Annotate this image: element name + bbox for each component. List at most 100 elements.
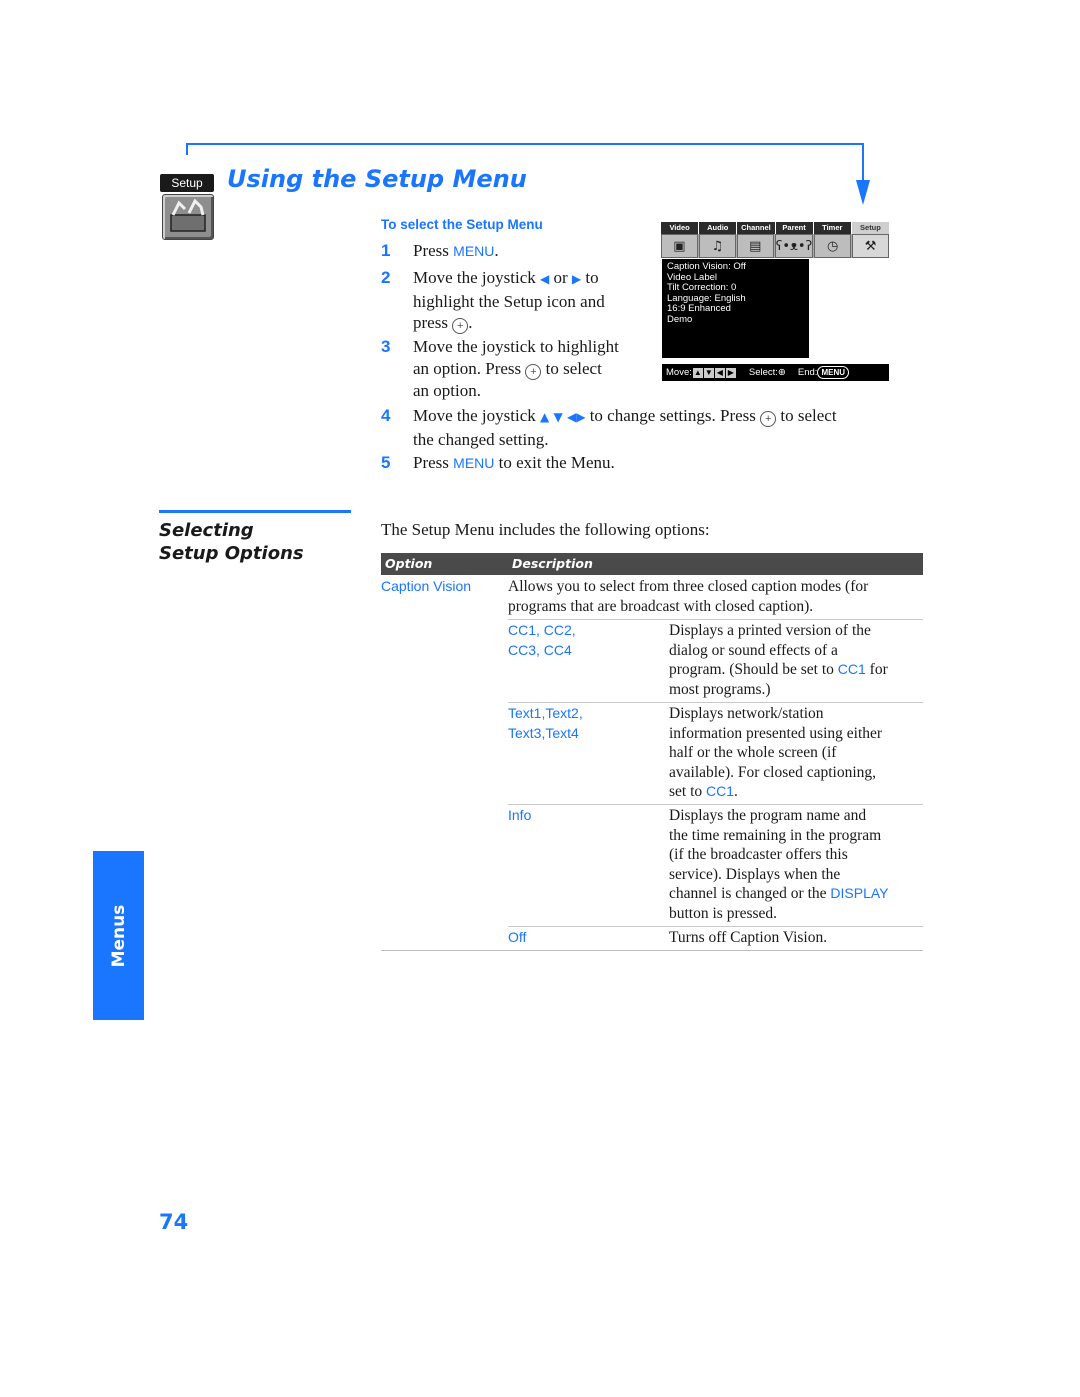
description-line: service). Displays when the bbox=[669, 865, 841, 883]
setup-badge-icon: Setup bbox=[160, 174, 214, 240]
description-line: channel is changed or the bbox=[669, 885, 831, 902]
description-line: information presented using either bbox=[669, 724, 883, 742]
step-text: Move the joystick bbox=[413, 406, 541, 425]
column-header-description: Description bbox=[512, 556, 593, 571]
sub-option-description: Displays the program name and the time r… bbox=[669, 806, 889, 923]
step-number: 2 bbox=[381, 268, 391, 287]
sub-option-cc: CC1, CC2, CC3, CC4 bbox=[508, 621, 576, 660]
chapter-tab-label: Menus bbox=[108, 904, 129, 967]
description-line: Allows you to select from three closed c… bbox=[508, 578, 869, 595]
tab-channel: Channel bbox=[737, 222, 775, 234]
menu-key-label: MENU bbox=[453, 455, 495, 471]
section-title: Selecting Setup Options bbox=[159, 519, 304, 565]
page-title: Using the Setup Menu bbox=[227, 165, 527, 193]
step-4: 4 Move the joystick ▲ ▼ ◀▶ to change set… bbox=[381, 405, 941, 449]
section-rule bbox=[159, 510, 351, 513]
left-arrow-icon: ◀ bbox=[566, 410, 577, 424]
step-number: 1 bbox=[381, 241, 391, 260]
move-label: Move: bbox=[666, 367, 692, 378]
menu-key-icon: MENU bbox=[817, 366, 849, 379]
bracket-line-left bbox=[186, 143, 188, 155]
step-text: to select bbox=[776, 406, 837, 425]
up-arrow-icon: ▲ bbox=[540, 410, 550, 424]
tv-menu-item: Caption Vision: Off bbox=[667, 261, 746, 272]
description-line: set to bbox=[669, 783, 707, 800]
sub-option-label: CC1, CC2, bbox=[508, 622, 576, 638]
select-button-icon: + bbox=[760, 411, 777, 427]
description-line: Displays network/station bbox=[669, 705, 824, 722]
description-line: (if the broadcaster offers this bbox=[669, 846, 848, 863]
step-text: an option. bbox=[413, 380, 481, 400]
step-text: an option. Press bbox=[413, 358, 526, 378]
tv-menu-list: Caption Vision: Off Video Label Tilt Cor… bbox=[662, 259, 809, 358]
description-line: button is pressed. bbox=[669, 904, 778, 922]
left-arrow-icon: ◀ bbox=[714, 367, 725, 378]
tab-video: Video bbox=[661, 222, 699, 234]
step-text: . bbox=[468, 313, 473, 332]
description-line: most programs.) bbox=[669, 680, 771, 698]
bracket-line-right bbox=[862, 143, 864, 183]
section-title-line: Selecting bbox=[159, 520, 254, 541]
sub-option-label: Text3,Text4 bbox=[508, 724, 579, 741]
description-line: Displays a printed version of the bbox=[669, 622, 871, 639]
option-description: Allows you to select from three closed c… bbox=[508, 577, 868, 616]
sub-option-description: Turns off Caption Vision. bbox=[669, 929, 828, 946]
description-line: dialog or sound effects of a bbox=[669, 641, 838, 659]
step-text: Move the joystick to highlight bbox=[413, 337, 619, 356]
end-label: End: bbox=[797, 367, 818, 378]
select-button-icon: + bbox=[452, 318, 469, 334]
step-text: to exit the Menu. bbox=[494, 453, 615, 472]
step-text: to change settings. Press bbox=[585, 406, 761, 425]
down-arrow-icon: ▼ bbox=[553, 410, 563, 424]
option-caption-vision: Caption Vision bbox=[381, 578, 472, 594]
description-line: available). For closed captioning, bbox=[669, 763, 877, 781]
sub-option-off: Off bbox=[508, 929, 527, 945]
table-bottom-rule bbox=[381, 950, 923, 951]
sub-option-description: Displays network/station information pre… bbox=[669, 704, 882, 802]
step-text: . bbox=[494, 241, 499, 260]
music-notes-icon: ♫ bbox=[698, 234, 736, 258]
tv-menu-footer: Move: ▲ ▼ ◀ ▶ Select: ⊕ End: MENU bbox=[662, 364, 889, 381]
left-arrow-icon: ◀ bbox=[540, 272, 550, 286]
step-number: 3 bbox=[381, 337, 391, 356]
step-text: Move the joystick bbox=[413, 268, 541, 287]
step-text: Press bbox=[413, 453, 454, 472]
step-5: 5 Press MENU to exit the Menu. bbox=[381, 452, 781, 474]
setup-badge-label: Setup bbox=[160, 174, 214, 192]
sub-option-label: Text1,Text2, bbox=[508, 705, 583, 721]
page-number: 74 bbox=[159, 1210, 189, 1234]
row-divider bbox=[508, 804, 923, 805]
select-button-icon: ⊕ bbox=[777, 367, 786, 378]
tab-timer: Timer bbox=[813, 222, 851, 234]
cc1-label: CC1 bbox=[706, 783, 735, 799]
down-arrow-icon: ▼ bbox=[703, 367, 714, 378]
menu-key-label: MENU bbox=[453, 243, 495, 259]
row-divider bbox=[508, 926, 923, 927]
description-line: . bbox=[734, 783, 738, 800]
channel-cards-icon: ▤ bbox=[736, 234, 774, 258]
description-line: half or the whole screen (if bbox=[669, 744, 837, 761]
step-number: 4 bbox=[381, 406, 391, 425]
sub-option-label: CC3, CC4 bbox=[508, 641, 572, 658]
row-divider bbox=[508, 702, 923, 703]
step-2: 2 Move the joystick ◀ or ▶ to highlight … bbox=[381, 267, 651, 334]
tv-menu-icons: ▣ ♫ ▤ ʕ•ᴥ•ʔ ◷ ⚒ bbox=[661, 234, 890, 258]
column-header-option: Option bbox=[385, 556, 433, 571]
step-1: 1 Press MENU. bbox=[381, 240, 651, 262]
tv-menu-item: Demo bbox=[667, 313, 693, 325]
select-label: Select: bbox=[748, 367, 778, 378]
description-line: for bbox=[865, 661, 888, 678]
step-3: 3 Move the joystick to highlight an opti… bbox=[381, 336, 661, 402]
picture-icon: ▣ bbox=[661, 234, 698, 258]
clock-icon: ◷ bbox=[814, 234, 852, 258]
description-line: the time remaining in the program bbox=[669, 826, 882, 844]
tab-parent: Parent bbox=[775, 222, 813, 234]
step-text: to bbox=[581, 268, 599, 287]
bracket-line bbox=[186, 143, 864, 145]
sub-option-info: Info bbox=[508, 807, 532, 823]
display-button-label: DISPLAY bbox=[830, 885, 889, 901]
step-text: the changed setting. bbox=[413, 429, 549, 449]
tab-setup: Setup bbox=[851, 222, 890, 234]
row-divider bbox=[508, 619, 923, 620]
tv-menu-screenshot: Video Audio Channel Parent Timer Setup ▣… bbox=[661, 222, 890, 384]
